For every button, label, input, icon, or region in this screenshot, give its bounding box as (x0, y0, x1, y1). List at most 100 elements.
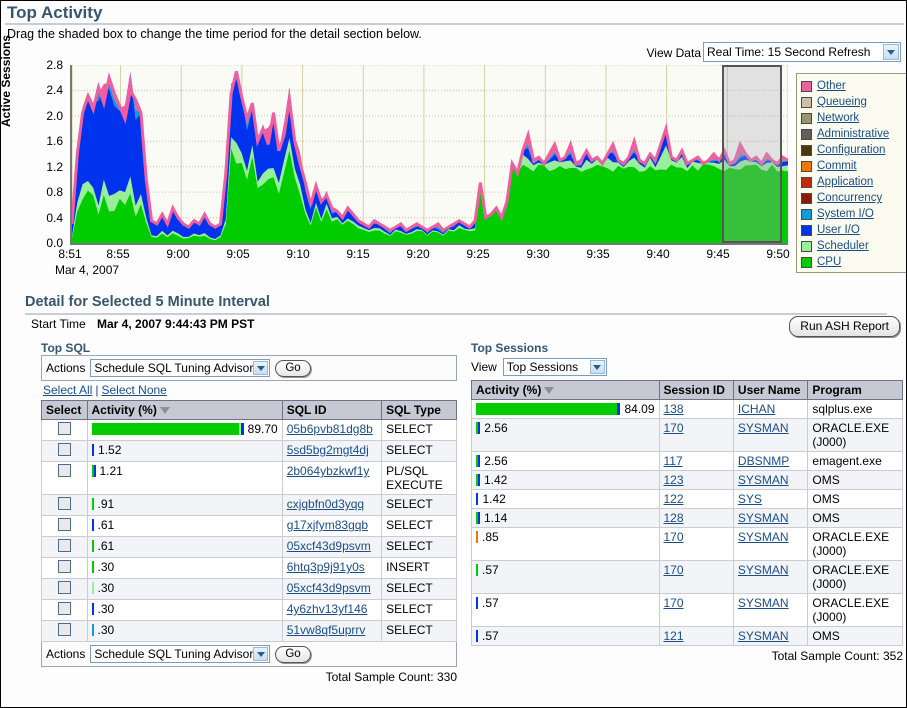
row-select-cell (41, 578, 88, 600)
sql-id-link[interactable]: 5sd5bg2mgt4dj (287, 443, 369, 457)
activity-bar-segment (91, 444, 95, 456)
user-name-link[interactable]: SYSMAN (738, 629, 789, 643)
activity-bar-segment (476, 531, 478, 543)
session-id-link[interactable]: 128 (664, 511, 684, 525)
legend-item-application[interactable]: Application (801, 174, 904, 190)
user-name-link[interactable]: ICHAN (738, 402, 775, 416)
session-id-link[interactable]: 123 (664, 473, 684, 487)
user-name-link[interactable]: SYSMAN (738, 511, 789, 525)
sql-type-cell: SELECT (381, 440, 457, 462)
th-session-id[interactable]: Session ID (658, 380, 734, 400)
sql-id-link[interactable]: 05b6pvb81dg8b (287, 422, 373, 436)
th-activity[interactable]: Activity (%) (86, 400, 283, 420)
legend-swatch-icon (801, 224, 812, 236)
activity-bar (476, 403, 621, 415)
th-program[interactable]: Program (807, 380, 903, 400)
session-id-link[interactable]: 170 (664, 596, 684, 610)
table-row: 2.56 170 SYSMAN ORACLE.EXE (J000) (471, 418, 903, 452)
top-sessions-view-select[interactable]: Top Sessions (502, 358, 607, 376)
activity-bar (91, 519, 94, 531)
legend-swatch-icon (801, 256, 812, 268)
activity-cell: 1.21 (86, 461, 283, 495)
session-id-link[interactable]: 170 (664, 563, 684, 577)
user-name-link[interactable]: SYS (738, 492, 762, 506)
top-sessions-view-value: Top Sessions (506, 360, 579, 374)
th-sql-type[interactable]: SQL Type (381, 400, 457, 420)
legend-item-network[interactable]: Network (801, 110, 904, 126)
legend-item-user-i-o[interactable]: User I/O (801, 222, 904, 238)
user-name-cell: SYSMAN (732, 470, 809, 490)
row-checkbox[interactable] (57, 602, 71, 615)
th-activity[interactable]: Activity (%) (471, 380, 660, 400)
top-sql-go-button-top[interactable]: Go (275, 359, 311, 377)
sql-id-link[interactable]: cxjqbfn0d3yqq (287, 497, 364, 511)
user-name-link[interactable]: SYSMAN (738, 563, 789, 577)
run-ash-report-button[interactable]: Run ASH Report (789, 316, 900, 337)
row-checkbox[interactable] (57, 497, 71, 510)
th-select[interactable]: Select (41, 400, 88, 420)
legend-item-concurrency[interactable]: Concurrency (801, 190, 904, 206)
th-sql-id[interactable]: SQL ID (281, 400, 383, 420)
row-checkbox[interactable] (57, 539, 71, 552)
row-checkbox[interactable] (57, 560, 71, 573)
user-name-link[interactable]: DBSNMP (738, 454, 789, 468)
sql-id-link[interactable]: 05xcf43d9psvm (287, 539, 371, 553)
legend-item-configuration[interactable]: Configuration (801, 142, 904, 158)
user-name-link[interactable]: SYSMAN (738, 530, 789, 544)
session-id-link[interactable]: 170 (664, 530, 684, 544)
legend-item-commit[interactable]: Commit (801, 158, 904, 174)
session-id-cell: 138 (658, 399, 734, 419)
table-row: .30 4y6zhv13yf146 SELECT (41, 599, 457, 621)
th-user-name[interactable]: User Name (732, 380, 809, 400)
sql-id-link[interactable]: 4y6zhv13yf146 (287, 602, 368, 616)
user-name-link[interactable]: SYSMAN (738, 421, 789, 435)
top-sql-actions-bar-top: Actions Schedule SQL Tuning Advisor Go (41, 355, 457, 381)
select-all-link[interactable]: Select All (43, 383, 92, 397)
legend-item-label: Application (817, 176, 874, 188)
user-name-link[interactable]: SYSMAN (738, 473, 789, 487)
session-id-cell: 170 (658, 418, 734, 452)
top-sql-actions-select-top[interactable]: Schedule SQL Tuning Advisor (90, 359, 271, 377)
row-checkbox[interactable] (57, 422, 71, 435)
legend-item-administrative[interactable]: Administrative (801, 126, 904, 142)
top-sql-actions-select-bottom[interactable]: Schedule SQL Tuning Advisor (90, 645, 271, 663)
chart-plot-area[interactable] (70, 65, 788, 245)
legend-item-queueing[interactable]: Queueing (801, 94, 904, 110)
activity-value: 1.42 (482, 492, 506, 506)
sql-id-link[interactable]: 2b064ybzkwf1y (287, 464, 370, 478)
row-checkbox[interactable] (57, 464, 71, 477)
instruction-text: Drag the shaded box to change the time p… (7, 27, 422, 41)
view-data-select[interactable]: Real Time: 15 Second Refresh (703, 42, 901, 62)
sql-id-link[interactable]: 6htq3p9j91y0s (287, 560, 365, 574)
legend-item-system-i-o[interactable]: System I/O (801, 206, 904, 222)
activity-bar-segment (91, 540, 94, 552)
row-checkbox[interactable] (57, 518, 71, 531)
session-id-link[interactable]: 138 (664, 402, 684, 416)
session-id-link[interactable]: 170 (664, 421, 684, 435)
row-select-cell (41, 536, 88, 558)
row-checkbox[interactable] (57, 443, 71, 456)
top-sql-actions-value: Schedule SQL Tuning Advisor (94, 361, 254, 375)
session-id-link[interactable]: 117 (664, 454, 683, 468)
table-row: .57 121 SYSMAN OMS (471, 626, 903, 646)
user-name-link[interactable]: SYSMAN (738, 596, 789, 610)
sql-id-link[interactable]: g17xjfym83gqb (287, 518, 368, 532)
activity-value: .57 (482, 629, 499, 643)
session-id-cell: 170 (658, 527, 734, 561)
top-sql-select-links: Select All | Select None (43, 383, 167, 397)
legend-item-cpu[interactable]: CPU (801, 254, 904, 270)
activity-bar-segment (91, 582, 94, 594)
row-checkbox[interactable] (57, 581, 71, 594)
legend-item-other[interactable]: Other (801, 78, 904, 94)
select-none-link[interactable]: Select None (101, 383, 166, 397)
user-name-cell: SYS (732, 489, 809, 509)
legend-item-scheduler[interactable]: Scheduler (801, 238, 904, 254)
session-id-link[interactable]: 121 (664, 629, 684, 643)
session-id-link[interactable]: 122 (664, 492, 684, 506)
sql-id-link[interactable]: 05xcf43d9psvm (287, 581, 371, 595)
row-checkbox[interactable] (57, 623, 71, 636)
chart-selection-box[interactable] (721, 65, 783, 243)
table-row: 1.42 123 SYSMAN OMS (471, 470, 903, 490)
sql-id-link[interactable]: 51vw8qf5uprrv (287, 623, 366, 637)
top-sql-go-button-bottom[interactable]: Go (275, 645, 311, 663)
